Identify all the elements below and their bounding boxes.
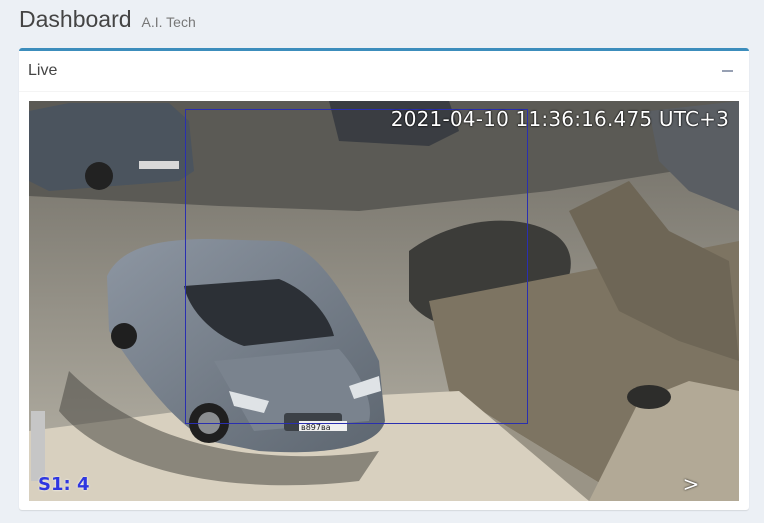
page-title: Dashboard — [19, 6, 132, 32]
detection-bounding-box — [185, 109, 528, 424]
video-timestamp: 2021-04-10 11:36:16.475 UTC+3 — [390, 107, 729, 131]
next-frame-button[interactable]: > — [681, 473, 701, 495]
minus-icon — [721, 70, 733, 72]
stream-counter-label: S1: 4 — [38, 474, 90, 495]
live-video-feed[interactable]: в897ва 2021-04-10 11:36:16.475 UTC+3 S1:… — [29, 101, 739, 501]
page-header: Dashboard A.I. Tech — [19, 6, 196, 38]
page-subtitle: A.I. Tech — [141, 14, 196, 30]
live-panel: Live в897ва 2021-04-10 11:36:16.475 UTC+… — [19, 48, 749, 510]
live-panel-title: Live — [28, 62, 58, 79]
collapse-button[interactable] — [719, 61, 735, 81]
license-plate: в897ва — [301, 423, 331, 432]
live-panel-header: Live — [19, 51, 749, 92]
